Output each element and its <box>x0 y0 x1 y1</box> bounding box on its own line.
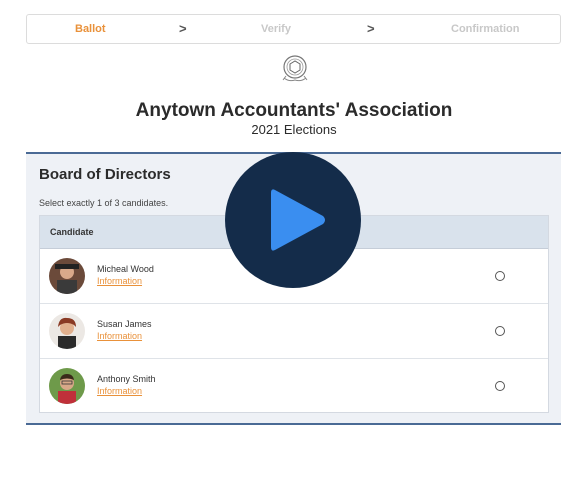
candidate-row[interactable]: Susan James Information <box>40 304 548 359</box>
avatar <box>49 313 85 349</box>
column-header-candidate: Candidate <box>50 227 94 237</box>
candidate-info-link[interactable]: Information <box>97 276 142 286</box>
candidate-row[interactable]: Anthony Smith Information <box>40 359 548 414</box>
candidate-info-link[interactable]: Information <box>97 386 142 396</box>
avatar <box>49 368 85 404</box>
contest-instructions: Select exactly 1 of 3 candidates. <box>39 198 169 208</box>
contest-title: Board of Directors <box>39 166 171 183</box>
candidate-name: Micheal Wood <box>97 264 154 274</box>
progress-steps: Ballot > Verify > Confirmation <box>26 14 561 44</box>
candidate-name: Anthony Smith <box>97 374 156 384</box>
ballot-page: Ballot > Verify > Confirmation Anytown A… <box>0 0 577 504</box>
organization-title: Anytown Accountants' Association <box>135 100 453 121</box>
candidate-radio[interactable] <box>495 381 505 391</box>
step-ballot[interactable]: Ballot <box>75 23 106 35</box>
candidate-radio[interactable] <box>495 326 505 336</box>
avatar <box>49 258 85 294</box>
step-separator-icon: > <box>367 21 375 36</box>
candidate-name: Susan James <box>97 319 152 329</box>
step-verify[interactable]: Verify <box>261 23 291 35</box>
election-subtitle: 2021 Elections <box>251 122 337 137</box>
candidate-info-link[interactable]: Information <box>97 331 142 341</box>
video-play-button[interactable] <box>225 152 361 288</box>
candidate-radio[interactable] <box>495 271 505 281</box>
play-icon <box>271 189 325 251</box>
step-confirmation[interactable]: Confirmation <box>451 23 519 35</box>
association-seal-icon <box>277 52 313 86</box>
step-separator-icon: > <box>179 21 187 36</box>
